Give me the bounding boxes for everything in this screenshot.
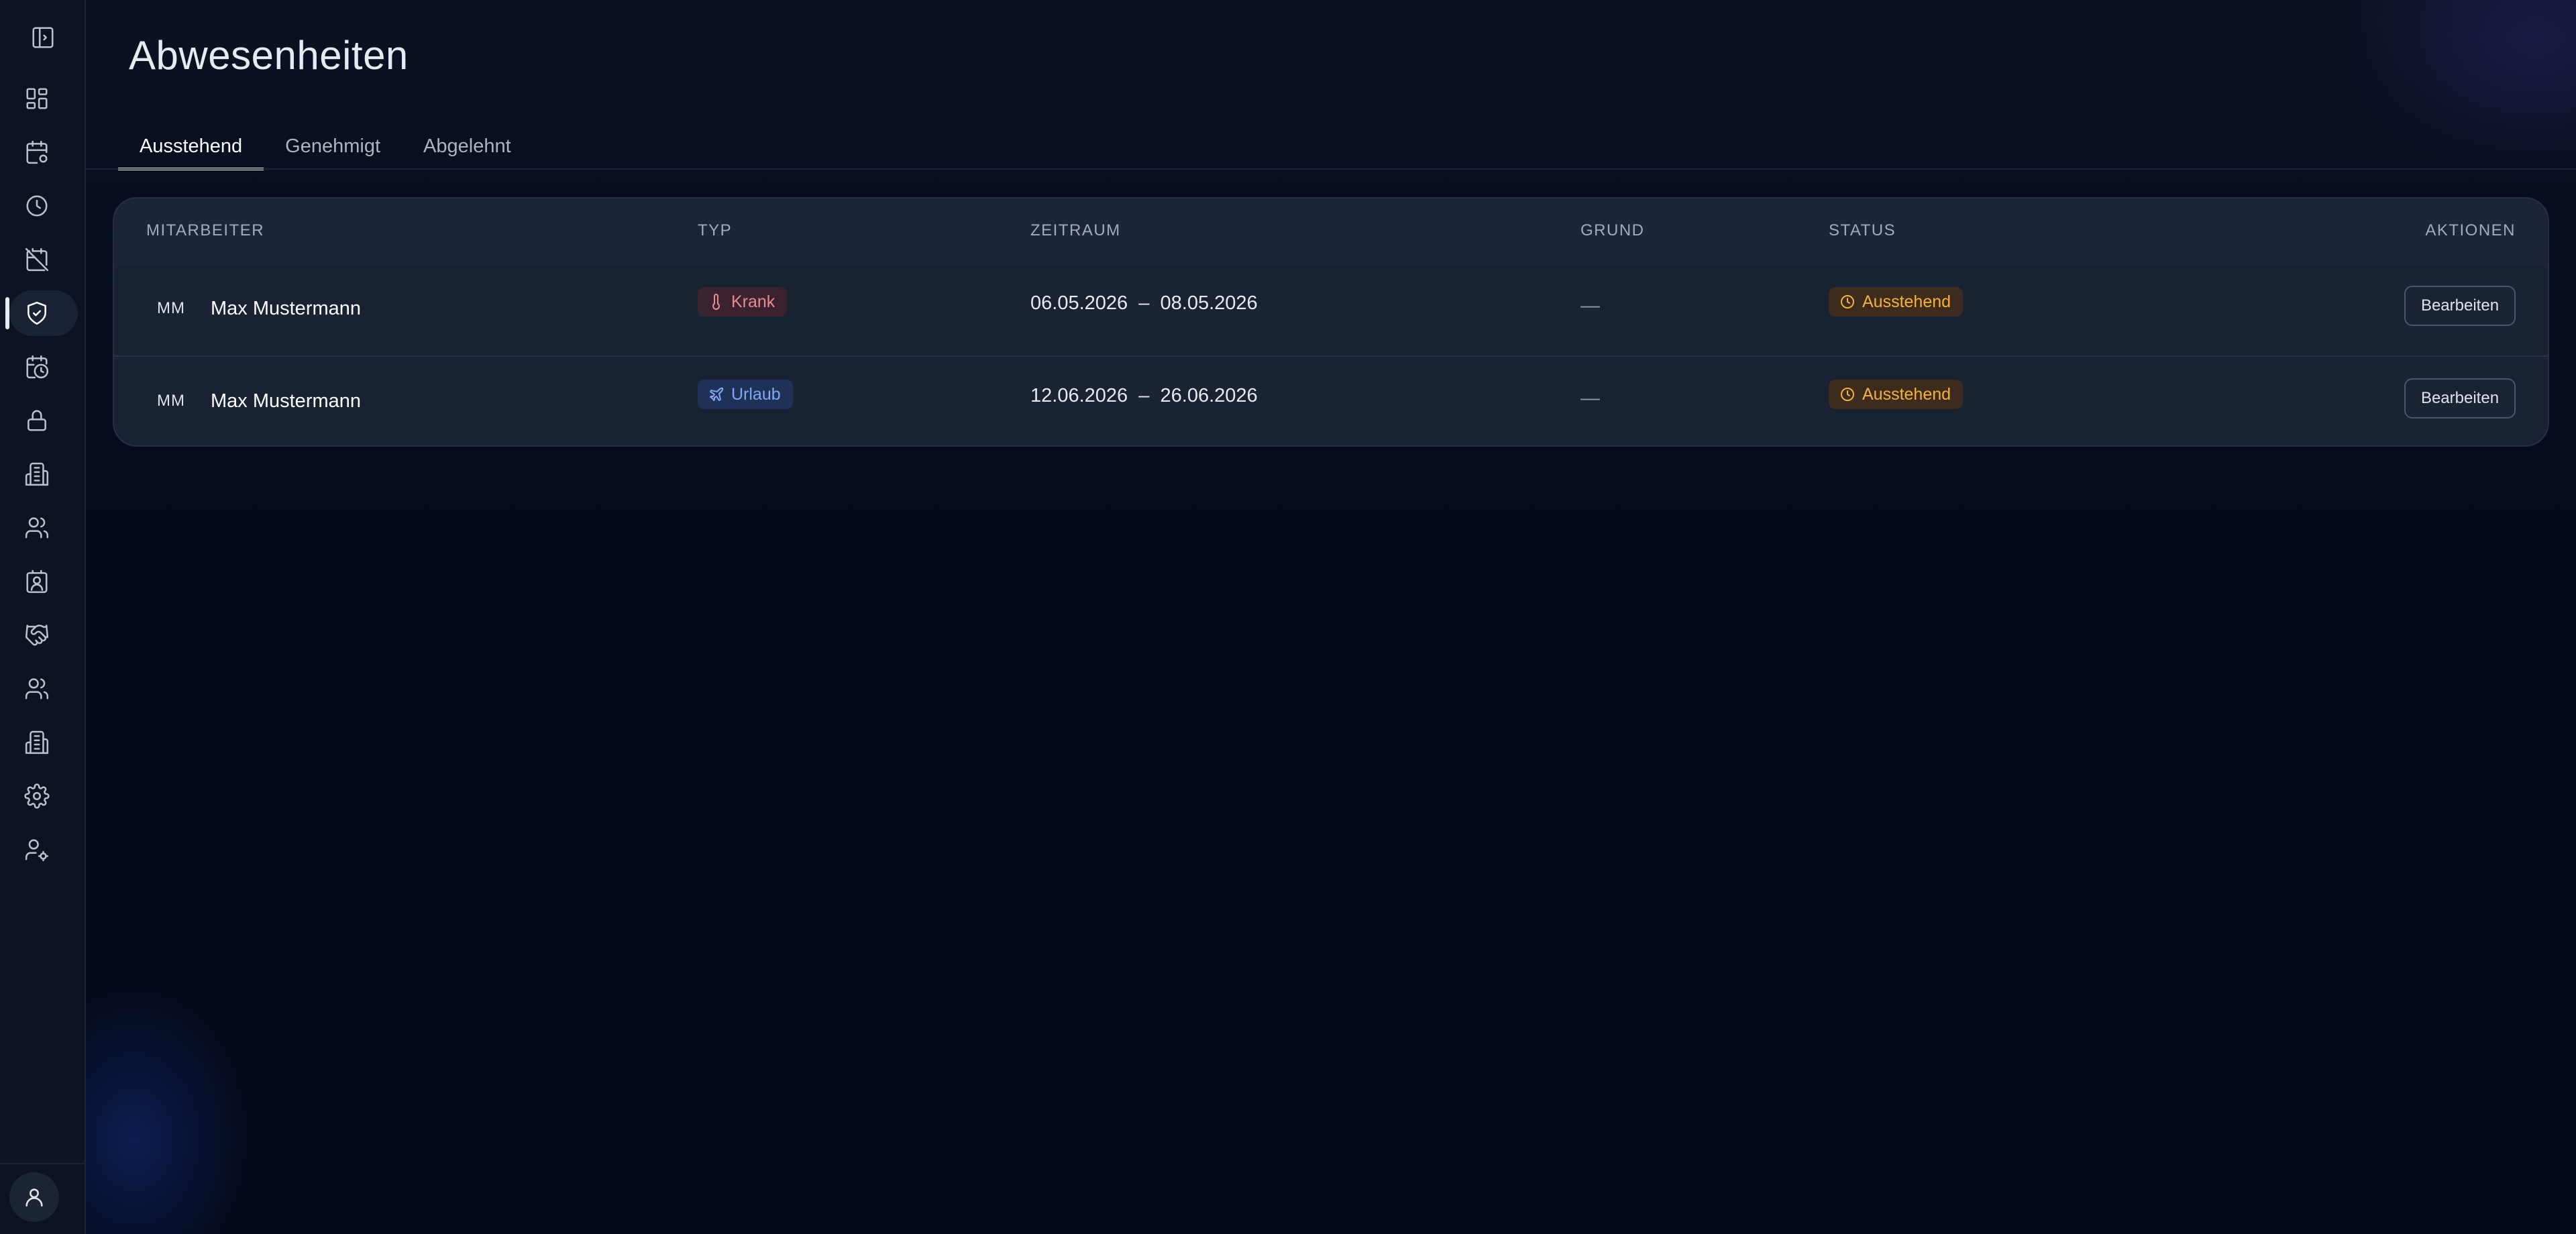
edit-button[interactable]: Bearbeiten: [2404, 286, 2516, 326]
thermometer-icon: [712, 294, 720, 310]
sidebar-item-lock[interactable]: [9, 398, 78, 443]
status-badge: Ausstehend: [1829, 287, 1964, 317]
contact-icon: [26, 569, 48, 594]
sidebar-item-calendar-settings[interactable]: [9, 129, 78, 175]
type-badge: Krank: [698, 287, 788, 317]
table-header: MITARBEITER TYP ZEITRAUM GRUND STATUS AK…: [114, 199, 2548, 264]
absence-period: 12.06.2026 – 26.06.2026: [1030, 385, 1258, 406]
sidebar-item-calendar-clock[interactable]: [9, 344, 78, 390]
calendar-settings-icon: [26, 140, 48, 164]
shield-check-icon: [28, 301, 46, 325]
page-background: [0, 0, 2576, 1234]
user-settings-icon: [25, 839, 49, 862]
gear-icon: [24, 783, 50, 809]
column-header-status[interactable]: STATUS: [1829, 221, 1896, 240]
users-icon: [25, 517, 49, 539]
status-badge: Ausstehend: [1829, 380, 1964, 409]
column-header-employee[interactable]: MITARBEITER: [146, 221, 264, 240]
sidebar-item-dashboard[interactable]: [9, 76, 78, 121]
calendar-off-icon: [25, 247, 49, 272]
users-icon: [25, 678, 49, 699]
sidebar-item-locations[interactable]: [9, 720, 78, 765]
building-icon: [25, 730, 49, 754]
sidebar-toggle-button[interactable]: [30, 24, 56, 51]
type-badge-label: Urlaub: [731, 384, 781, 404]
table-row: MM Max Mustermann Krank 06.05.2026 – 08.…: [114, 264, 2548, 357]
clock-icon: [26, 195, 48, 217]
lock-icon: [28, 410, 46, 431]
type-badge: Urlaub: [698, 380, 793, 409]
sidebar-item-users[interactable]: [9, 505, 78, 551]
dashboard-icon: [26, 88, 48, 109]
column-header-type[interactable]: TYP: [698, 221, 732, 240]
table-row: MM Max Mustermann Urlaub 12.06.2026 – 26…: [114, 357, 2548, 445]
tab-genehmigt[interactable]: Genehmigt: [264, 123, 402, 169]
absence-reason: —: [1580, 388, 1600, 409]
clock-icon: [1841, 388, 1854, 401]
absence-period: 06.05.2026 – 08.05.2026: [1030, 292, 1258, 314]
absences-table: MITARBEITER TYP ZEITRAUM GRUND STATUS AK…: [113, 197, 2549, 447]
column-header-reason[interactable]: GRUND: [1580, 221, 1645, 240]
sidebar-item-contacts[interactable]: [9, 559, 78, 604]
edit-button[interactable]: Bearbeiten: [2404, 378, 2516, 418]
calendar-clock-icon: [26, 355, 49, 379]
sidebar: [0, 0, 86, 1234]
sidebar-item-absences[interactable]: [5, 290, 78, 336]
sidebar-divider: [0, 1163, 85, 1164]
building-icon: [25, 462, 49, 486]
status-tabs: Ausstehend Genehmigt Abgelehnt: [118, 123, 533, 170]
profile-button[interactable]: [9, 1172, 59, 1222]
sidebar-item-partners[interactable]: [9, 612, 78, 658]
avatar-initials: MM: [157, 299, 185, 317]
clock-icon: [1841, 295, 1854, 308]
page-title: Abwesenheiten: [129, 33, 409, 78]
sidebar-item-team[interactable]: [9, 666, 78, 712]
employee-name: Max Mustermann: [211, 298, 362, 319]
handshake-icon: [25, 624, 49, 646]
user-icon: [25, 1188, 43, 1207]
column-header-actions: AKTIONEN: [2425, 221, 2516, 239]
tabs-divider: [86, 168, 2576, 170]
type-badge-label: Krank: [731, 292, 775, 311]
plane-icon: [710, 387, 724, 401]
status-badge-label: Ausstehend: [1862, 292, 1951, 311]
tab-ausstehend[interactable]: Ausstehend: [118, 123, 264, 170]
avatar-initials: MM: [157, 392, 185, 410]
sidebar-item-settings[interactable]: [9, 773, 78, 819]
sidebar-toggle-icon: [32, 27, 54, 48]
absence-reason: —: [1580, 295, 1600, 317]
sidebar-item-calendar-off[interactable]: [9, 237, 78, 282]
sidebar-item-user-settings[interactable]: [9, 827, 78, 873]
status-badge-label: Ausstehend: [1862, 384, 1951, 404]
employee-name: Max Mustermann: [211, 390, 362, 412]
tab-abgelehnt[interactable]: Abgelehnt: [402, 123, 533, 169]
sidebar-item-buildings[interactable]: [9, 451, 78, 497]
column-header-period[interactable]: ZEITRAUM: [1030, 221, 1121, 240]
sidebar-item-time[interactable]: [9, 183, 78, 229]
